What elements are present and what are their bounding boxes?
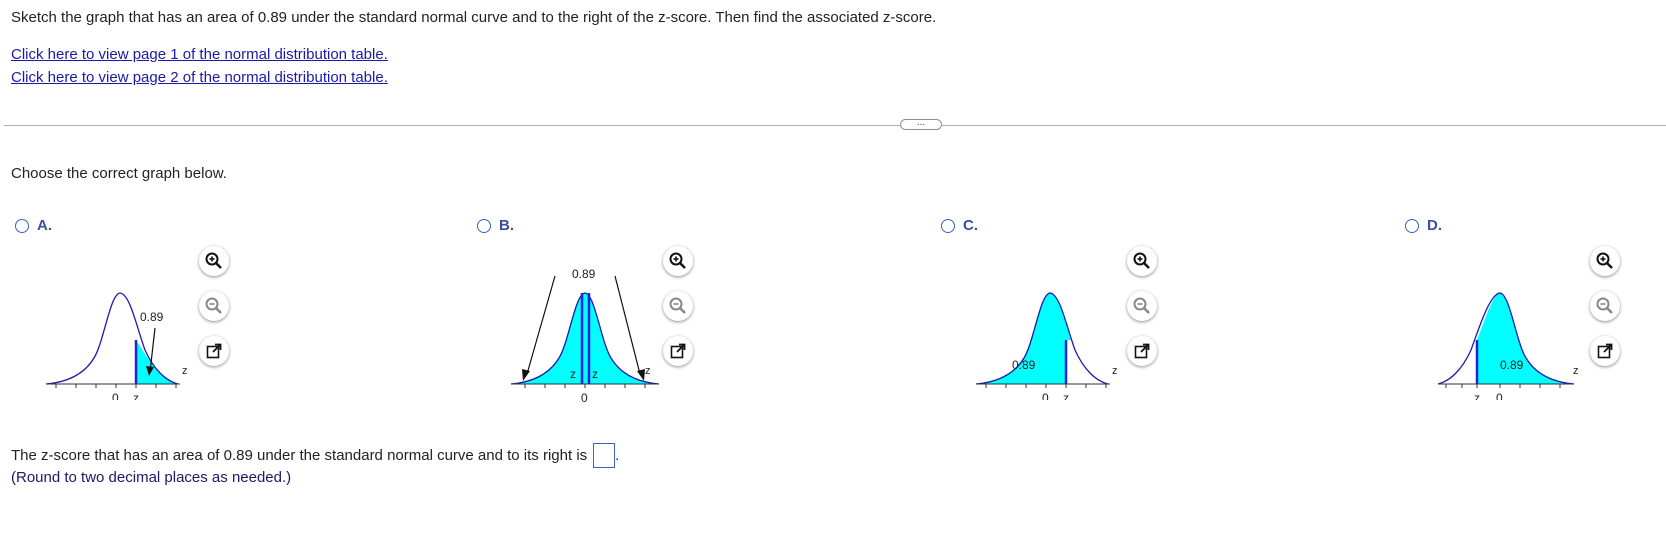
graph-b-area-label: 0.89 xyxy=(572,267,596,281)
graph-b-arrowhead-left xyxy=(522,369,530,381)
question-text: Sketch the graph that has an area of 0.8… xyxy=(11,9,937,26)
z-score-answer-input[interactable] xyxy=(593,443,616,468)
graph-c-var-label: z xyxy=(1112,365,1118,377)
graph-c-zero-label: 0 xyxy=(1042,391,1049,400)
graph-d-ticks xyxy=(1445,384,1561,388)
option-a-radio[interactable] xyxy=(15,218,29,233)
graph-c-ticks xyxy=(985,384,1107,388)
graph-c[interactable]: 0.89 0 z z xyxy=(970,280,1120,400)
graph-a-shaded-area xyxy=(136,340,178,384)
rounding-note: (Round to two decimal places as needed.) xyxy=(11,469,292,486)
option-b-zoom-out-button[interactable] xyxy=(663,291,693,321)
graph-d-z-label: z xyxy=(1474,391,1480,400)
graph-b-inner-z-right: z xyxy=(592,367,598,381)
option-c-zoom-out-button[interactable] xyxy=(1127,291,1157,321)
graph-c-z-label: z xyxy=(1063,391,1069,400)
option-b-letter: B. xyxy=(499,217,514,234)
option-d-zoom-out-button[interactable] xyxy=(1590,291,1620,321)
normal-table-page1-link[interactable]: Click here to view page 1 of the normal … xyxy=(11,46,388,63)
zoom-out-icon xyxy=(1133,297,1150,314)
option-c-zoom-in-button[interactable] xyxy=(1127,246,1157,276)
option-a-zoom-in-button[interactable] xyxy=(199,246,229,276)
option-a[interactable]: A. xyxy=(15,217,52,234)
option-d-radio[interactable] xyxy=(1405,218,1419,233)
graph-d-zero-label: 0 xyxy=(1496,391,1503,400)
graph-a[interactable]: 0.89 0 z z xyxy=(40,280,190,400)
external-link-icon xyxy=(1597,343,1613,359)
zoom-in-icon xyxy=(669,252,686,269)
zoom-out-icon xyxy=(205,297,222,314)
option-a-zoom-out-button[interactable] xyxy=(199,291,229,321)
option-b-radio[interactable] xyxy=(477,218,491,233)
graph-b[interactable]: 0.89 z z 0 z xyxy=(505,262,665,402)
graph-a-zero-label: 0 xyxy=(112,391,119,400)
zoom-out-icon xyxy=(669,297,686,314)
graph-b-shaded-area xyxy=(511,293,659,384)
option-d[interactable]: D. xyxy=(1405,217,1442,234)
graph-b-ticks xyxy=(524,384,646,388)
graph-b-inner-z-left: z xyxy=(570,367,576,381)
option-d-open-window-button[interactable] xyxy=(1590,336,1620,366)
zoom-out-icon xyxy=(1596,297,1613,314)
zoom-in-icon xyxy=(1133,252,1150,269)
graph-d-shaded-area xyxy=(1477,293,1574,384)
graph-a-area-label: 0.89 xyxy=(140,310,164,324)
normal-table-page2-link[interactable]: Click here to view page 2 of the normal … xyxy=(11,69,388,86)
option-c-letter: C. xyxy=(963,217,978,234)
option-b-open-window-button[interactable] xyxy=(663,336,693,366)
option-c[interactable]: C. xyxy=(941,217,978,234)
graph-b-var-label: z xyxy=(645,365,651,377)
option-b-zoom-in-button[interactable] xyxy=(663,246,693,276)
graph-d[interactable]: 0.89 z 0 z xyxy=(1432,280,1582,400)
external-link-icon xyxy=(670,343,686,359)
zoom-in-icon xyxy=(1596,252,1613,269)
option-a-letter: A. xyxy=(37,217,52,234)
section-divider xyxy=(4,125,1666,126)
option-d-letter: D. xyxy=(1427,217,1442,234)
graph-c-area-label: 0.89 xyxy=(1012,358,1036,372)
graph-a-var-label: z xyxy=(182,365,188,377)
option-a-open-window-button[interactable] xyxy=(199,336,229,366)
zoom-in-icon xyxy=(205,252,222,269)
graph-b-zero-label: 0 xyxy=(581,391,588,402)
choose-prompt: Choose the correct graph below. xyxy=(11,165,227,182)
expand-toggle-button[interactable]: ... xyxy=(900,118,942,130)
option-b[interactable]: B. xyxy=(477,217,514,234)
external-link-icon xyxy=(1134,343,1150,359)
graph-b-arrow-right xyxy=(614,275,641,375)
answer-prompt: The z-score that has an area of 0.89 und… xyxy=(11,447,588,464)
answer-suffix: . xyxy=(615,447,620,464)
graph-a-curve xyxy=(45,292,179,385)
graph-a-z-label: z xyxy=(133,391,139,400)
answer-row: The z-score that has an area of 0.89 und… xyxy=(11,443,619,468)
external-link-icon xyxy=(206,343,222,359)
option-d-zoom-in-button[interactable] xyxy=(1590,246,1620,276)
graph-d-area-label: 0.89 xyxy=(1500,358,1524,372)
option-c-open-window-button[interactable] xyxy=(1127,336,1157,366)
option-c-radio[interactable] xyxy=(941,218,955,233)
graph-d-var-label: z xyxy=(1573,365,1579,377)
graph-a-ticks xyxy=(55,384,177,388)
graph-b-arrow-left xyxy=(526,275,556,375)
